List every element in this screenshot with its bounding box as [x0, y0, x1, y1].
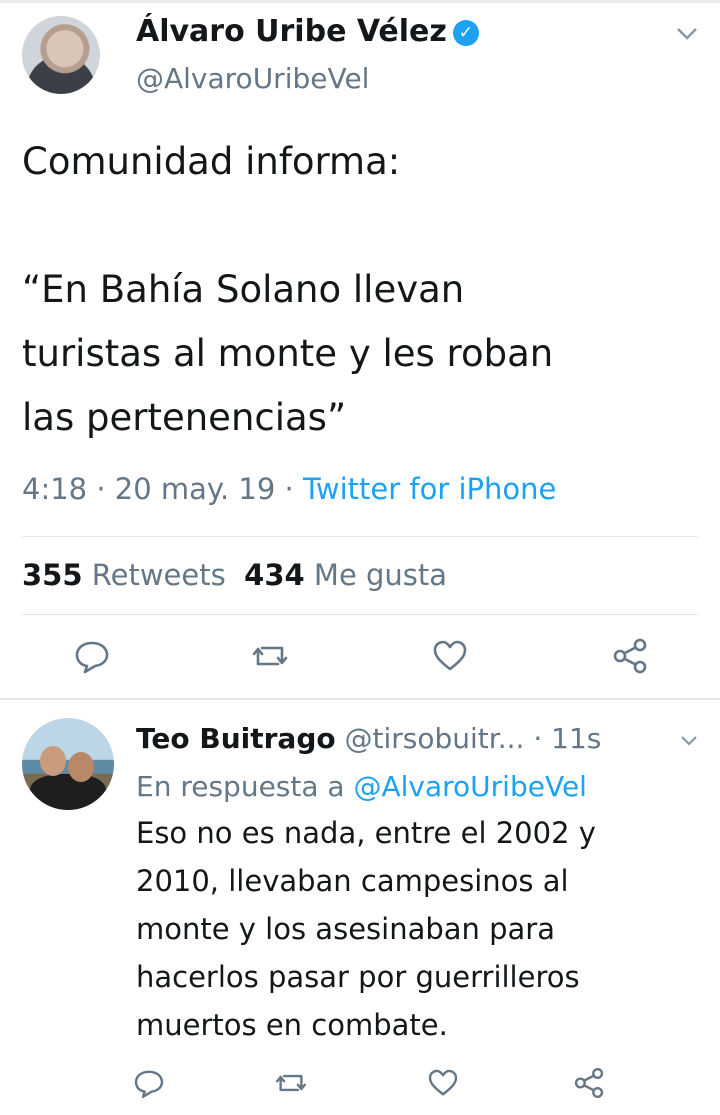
divider: [22, 536, 698, 537]
reply-author-name[interactable]: Teo Buitrago: [136, 722, 336, 755]
tweet-stats: 355 Retweets 434 Me gusta: [22, 558, 447, 592]
author-handle[interactable]: @AlvaroUribeVel: [136, 62, 369, 95]
reply-text-line: muertos en combate.: [136, 1008, 448, 1042]
likes-label: Me gusta: [313, 558, 448, 592]
retweets-stat[interactable]: 355 Retweets: [22, 558, 226, 592]
tweet-date: 20 may. 19: [114, 472, 276, 506]
section-divider: [0, 698, 720, 700]
reply-icon[interactable]: [70, 634, 114, 678]
retweets-label: Retweets: [91, 558, 226, 592]
likes-count: 434: [244, 558, 305, 592]
tweet-text-line: las pertenencias”: [22, 396, 347, 439]
reply-text-line: Eso no es nada, entre el 2002 y: [136, 816, 596, 850]
reply-time: 11s: [551, 722, 602, 755]
separator: ·: [284, 472, 294, 506]
separator: ·: [533, 722, 543, 755]
reply-text-line: 2010, llevaban campesinos al: [136, 864, 569, 898]
in-reply-prefix: En respuesta a: [136, 770, 345, 803]
in-reply-handle-link[interactable]: @AlvaroUribeVel: [353, 770, 586, 803]
tweet-time: 4:18: [22, 472, 88, 506]
reply-avatar[interactable]: [22, 718, 114, 810]
reply-text-line: hacerlos pasar por guerrilleros: [136, 960, 580, 994]
reply-header: Teo Buitrago @tirsobuitr... · 11s: [136, 722, 601, 755]
in-reply-to: En respuesta a @AlvaroUribeVel: [136, 770, 587, 803]
likes-stat[interactable]: 434 Me gusta: [244, 558, 447, 592]
heart-icon[interactable]: [428, 634, 472, 678]
top-divider: [0, 0, 720, 3]
retweet-icon[interactable]: [272, 1064, 310, 1102]
reply-icon[interactable]: [130, 1064, 168, 1102]
tweet-source-link[interactable]: Twitter for iPhone: [303, 472, 556, 506]
retweet-icon[interactable]: [248, 634, 292, 678]
tweet-text-line: turistas al monte y les roban: [22, 332, 554, 375]
retweets-count: 355: [22, 558, 83, 592]
verified-badge-icon: ✓: [452, 20, 479, 46]
divider: [22, 614, 698, 615]
tweet-text-line: Comunidad informa:: [22, 140, 401, 183]
share-icon[interactable]: [608, 634, 652, 678]
author-name[interactable]: Álvaro Uribe Vélez ✓: [136, 14, 479, 49]
author-name-text: Álvaro Uribe Vélez: [136, 14, 447, 49]
separator: ·: [96, 472, 106, 506]
reply-author-handle[interactable]: @tirsobuitr...: [345, 722, 525, 755]
tweet-text-line: “En Bahía Solano llevan: [22, 268, 465, 311]
share-icon[interactable]: [570, 1064, 608, 1102]
reply-text-line: monte y los asesinaban para: [136, 912, 555, 946]
heart-icon[interactable]: [424, 1064, 462, 1102]
author-avatar[interactable]: [22, 16, 100, 94]
tweet-metadata: 4:18 · 20 may. 19 · Twitter for iPhone: [22, 472, 556, 506]
chevron-down-icon[interactable]: [680, 728, 698, 752]
chevron-down-icon[interactable]: [676, 22, 698, 47]
